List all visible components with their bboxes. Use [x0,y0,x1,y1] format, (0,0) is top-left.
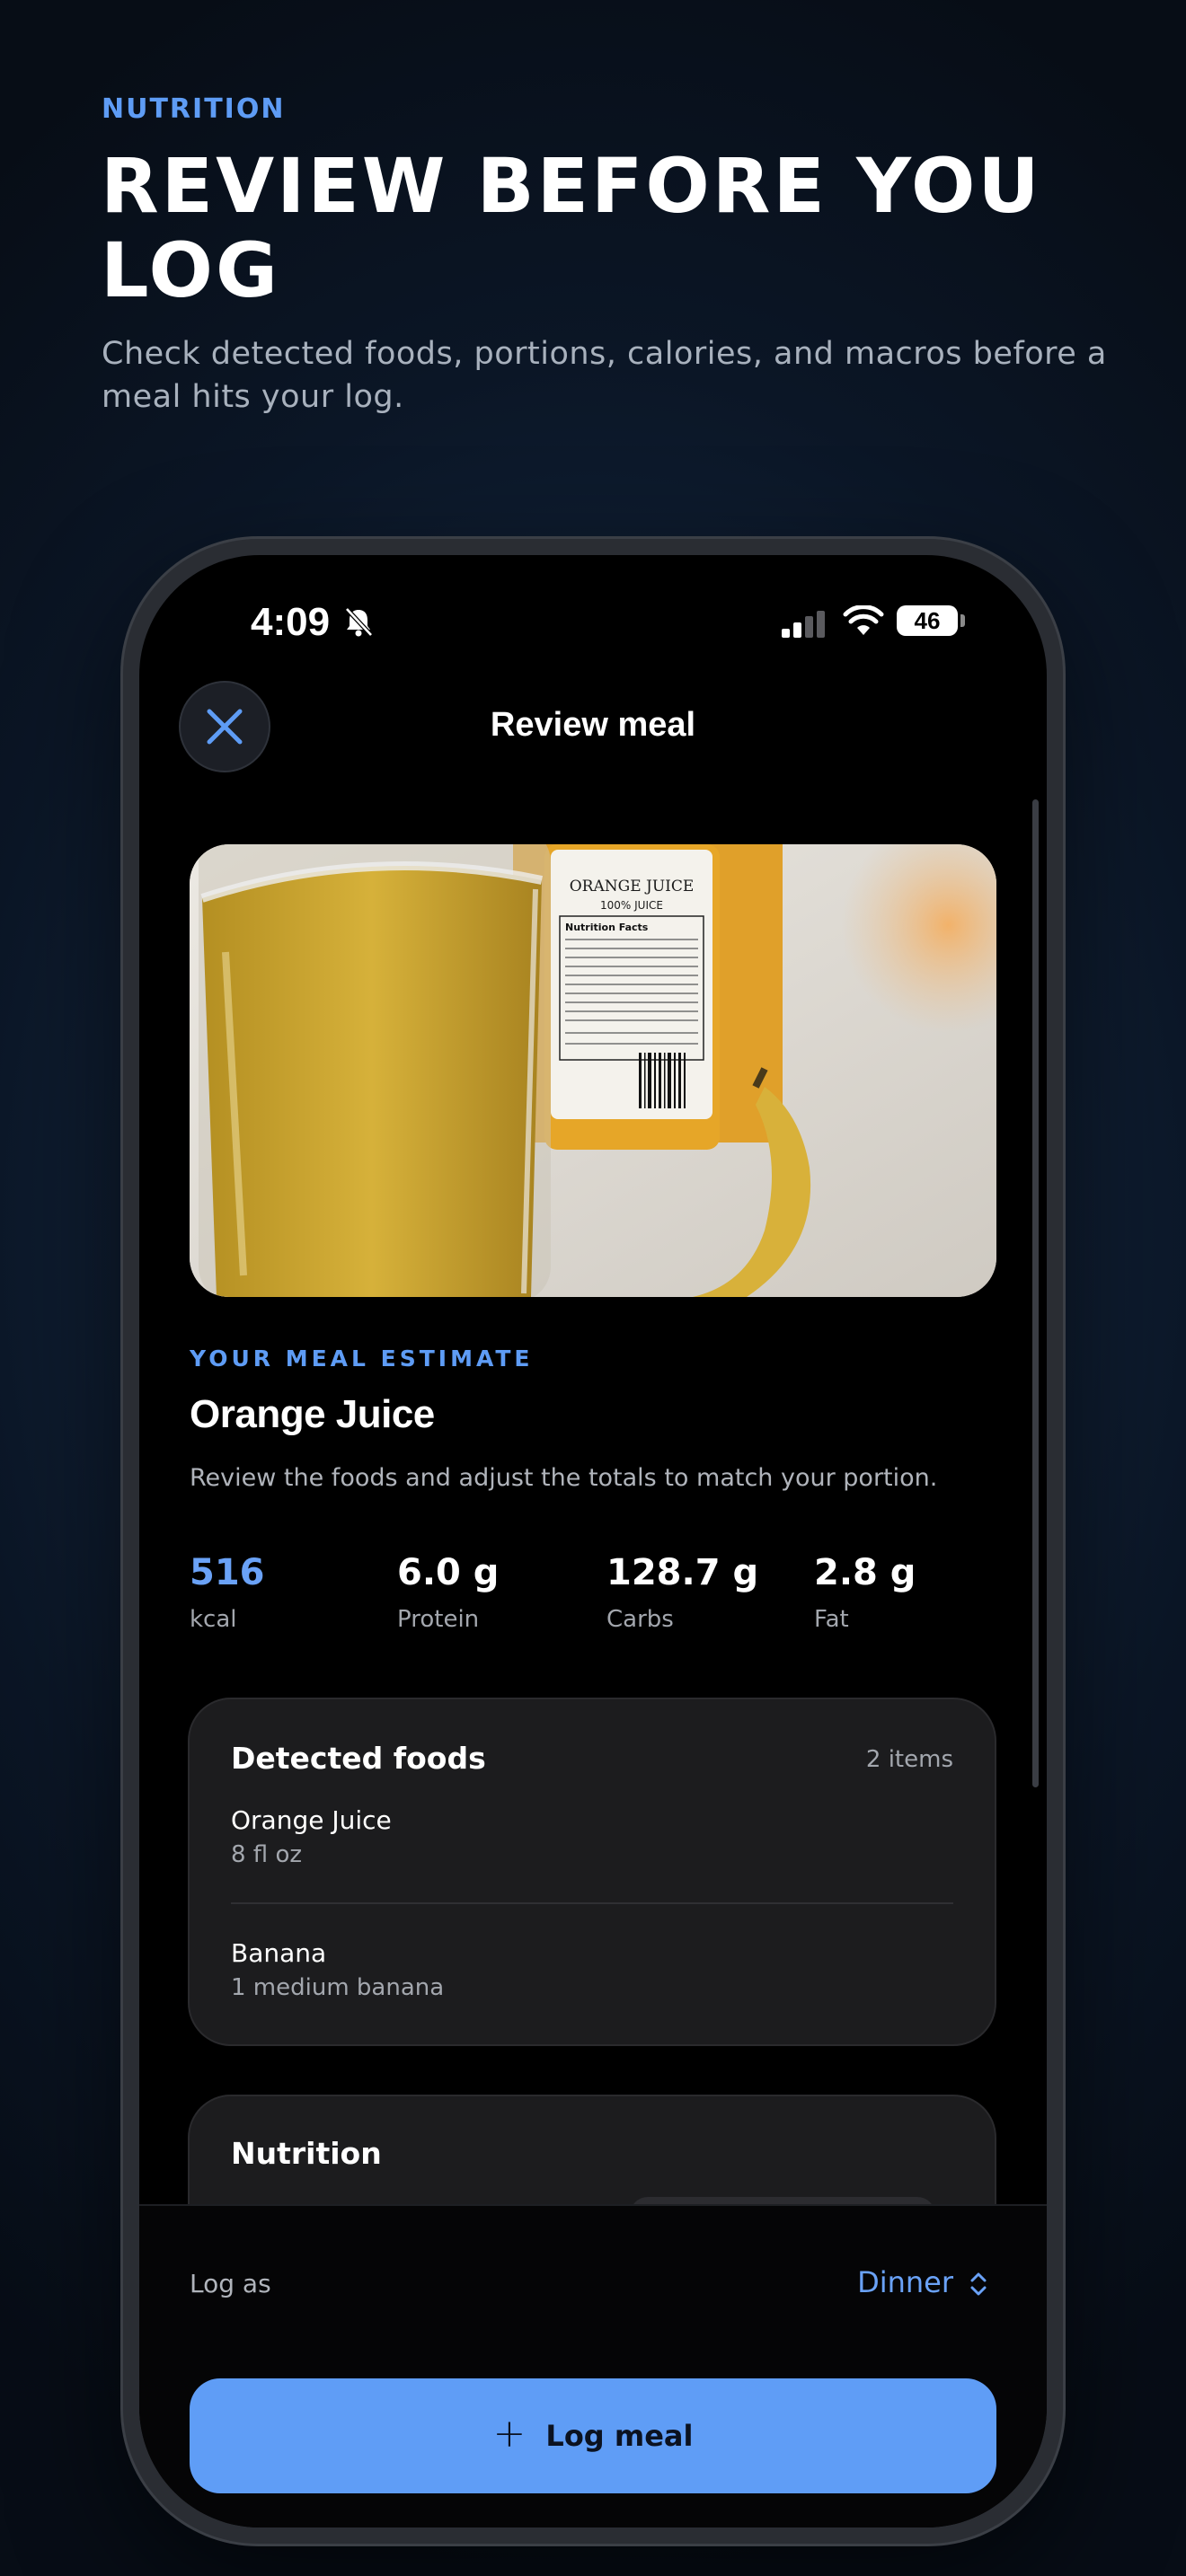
battery-cap [960,614,965,627]
macro-label: Protein [397,1606,480,1633]
food-item-portion: 1 medium banana [231,1974,445,2001]
macro-value: 516 [190,1552,265,1593]
photo-label-sub: 100% JUICE [600,899,663,912]
log-bottom-bar: Log as Dinner + Log meal [139,2204,1047,2527]
wifi-icon [843,605,884,635]
plus-icon: + [492,2411,527,2457]
estimate-label: YOUR MEAL ESTIMATE [190,1345,534,1372]
photo-label-facts: Nutrition Facts [565,922,649,933]
macro-protein: 6.0 g Protein [397,1552,499,1633]
detected-foods-title: Detected foods [231,1741,486,1776]
page-subhead: Check detected foods, portions, calories… [102,336,1107,415]
meal-type-picker[interactable]: Dinner [857,2265,953,2299]
battery-indicator: 46 [897,605,958,636]
nutrition-title: Nutrition [231,2136,382,2171]
nav-title: Review meal [490,706,696,744]
macro-label: kcal [190,1606,237,1633]
log-as-label: Log as [190,2269,271,2298]
meal-photo: ORANGE JUICE 100% JUICE Nutrition Facts [190,844,996,1297]
phone-screen: 4:09 46 Review meal ORANGE JUICE 100% JU… [139,555,1047,2527]
macro-fat: 2.8 g Fat [814,1552,916,1633]
detected-foods-card: Detected foods 2 items Orange Juice 8 fl… [190,1699,995,2044]
photo-label-brand: ORANGE JUICE [570,878,695,895]
macro-carbs: 128.7 g Carbs [606,1552,758,1633]
chevron-up-down-icon[interactable] [968,2271,989,2298]
macro-calories: 516 kcal [190,1552,265,1633]
food-item-portion: 8 fl oz [231,1841,303,1868]
log-meal-button[interactable]: + Log meal [190,2378,996,2493]
macro-value: 6.0 g [397,1552,500,1593]
divider [231,1902,953,1904]
meal-name: Orange Juice [190,1392,435,1436]
log-meal-label: Log meal [545,2419,694,2453]
macro-label: Fat [814,1606,849,1633]
bell-slash-icon [345,607,373,637]
meal-description: Review the foods and adjust the totals t… [190,1464,938,1492]
macro-value: 128.7 g [606,1552,759,1593]
macro-label: Carbs [606,1606,674,1633]
macro-value: 2.8 g [814,1552,916,1593]
eyebrow-label: NUTRITION [102,93,286,125]
meal-photo-illustration: ORANGE JUICE 100% JUICE Nutrition Facts [190,844,996,1297]
page-headline: REVIEW BEFORE YOU LOG [101,142,1042,314]
cellular-signal-icon [782,611,825,638]
food-item-name[interactable]: Banana [231,1938,326,1968]
detected-foods-count: 2 items [865,1746,953,1773]
food-item-name[interactable]: Orange Juice [231,1805,392,1835]
status-time: 4:09 [251,600,331,644]
scrollbar[interactable] [1032,799,1039,1787]
